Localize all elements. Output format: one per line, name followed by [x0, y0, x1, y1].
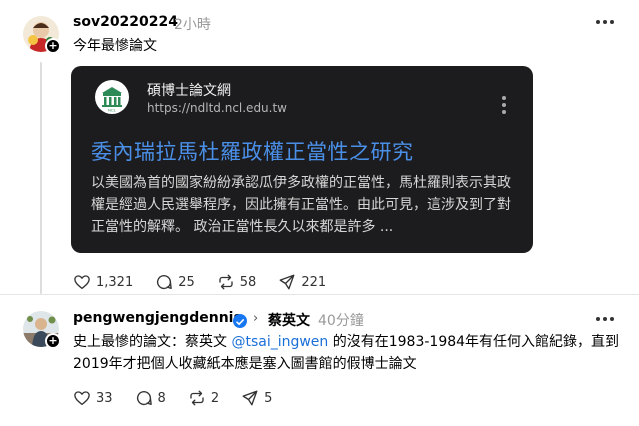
comment-icon	[157, 275, 173, 290]
post-timestamp[interactable]: 2小時	[174, 14, 211, 34]
repost-count: 2	[210, 390, 220, 406]
repost-icon	[219, 274, 233, 290]
reply-text-prefix: 史上最慘的論文：蔡英文	[73, 334, 232, 350]
share-send-icon	[279, 274, 295, 290]
avatar-pengwengjengdennis[interactable]: +	[23, 311, 61, 349]
follow-plus-icon[interactable]: +	[45, 333, 61, 349]
like-count: 1,321	[96, 274, 134, 290]
repost-icon	[190, 390, 204, 406]
post-divider	[0, 294, 639, 295]
site-logo-icon: NCL	[95, 80, 129, 114]
post2-action-bar: 33 8 2 5	[73, 389, 294, 407]
share-button[interactable]: 5	[241, 389, 272, 407]
reply-to-chevron-icon: ›	[253, 311, 259, 326]
more-options-icon[interactable]	[596, 317, 616, 323]
card-site-name: 碩博士論文網	[147, 83, 231, 99]
reply-timestamp[interactable]: 40分鐘	[318, 310, 364, 330]
comment-icon	[136, 391, 152, 406]
card-more-icon[interactable]	[502, 96, 506, 114]
like-button[interactable]: 1,321	[73, 273, 133, 291]
reply-username[interactable]: pengwengjengdennis	[73, 310, 242, 326]
mention-link[interactable]: @tsai_ingwen	[231, 334, 328, 350]
repost-button[interactable]: 58	[217, 273, 257, 291]
share-count: 221	[301, 274, 327, 290]
thread-line	[40, 62, 42, 294]
post1-action-bar: 1,321 25 58 221	[73, 273, 348, 291]
follow-plus-icon[interactable]: +	[45, 38, 61, 54]
share-count: 5	[264, 390, 273, 406]
repost-button[interactable]: 2	[188, 389, 219, 407]
post-text: 今年最慘論文	[73, 38, 157, 54]
share-button[interactable]: 221	[278, 273, 326, 291]
card-description: 以美國為首的國家紛紛承認瓜伊多政權的正當性，馬杜羅則表示其政權是經過人民選舉程序…	[91, 175, 511, 235]
comment-count: 8	[157, 390, 166, 406]
heart-icon	[74, 391, 90, 406]
comment-button[interactable]: 8	[135, 389, 166, 407]
repost-count: 58	[239, 274, 257, 290]
like-count: 33	[96, 390, 113, 406]
card-title[interactable]: 委內瑞拉馬杜羅政權正當性之研究	[91, 136, 414, 166]
heart-icon	[74, 275, 90, 290]
reply-target-username[interactable]: 蔡英文	[268, 310, 310, 330]
site-logo-text: NCL	[108, 108, 117, 113]
reply-text: 史上最慘的論文：蔡英文 @tsai_ingwen 的沒有在1983-1984年有…	[73, 331, 633, 375]
post-username[interactable]: sov20220224	[73, 14, 178, 30]
like-button[interactable]: 33	[73, 389, 113, 407]
link-preview-card[interactable]: NCL 碩博士論文網 https://ndltd.ncl.edu.tw 委內瑞拉…	[71, 66, 533, 253]
share-send-icon	[242, 390, 258, 406]
card-url: https://ndltd.ncl.edu.tw	[147, 101, 287, 115]
more-options-icon[interactable]	[596, 20, 616, 26]
verified-badge-icon	[233, 314, 247, 328]
comment-button[interactable]: 25	[155, 273, 195, 291]
avatar-sov20220224[interactable]: +	[23, 16, 61, 54]
comment-count: 25	[178, 274, 195, 290]
